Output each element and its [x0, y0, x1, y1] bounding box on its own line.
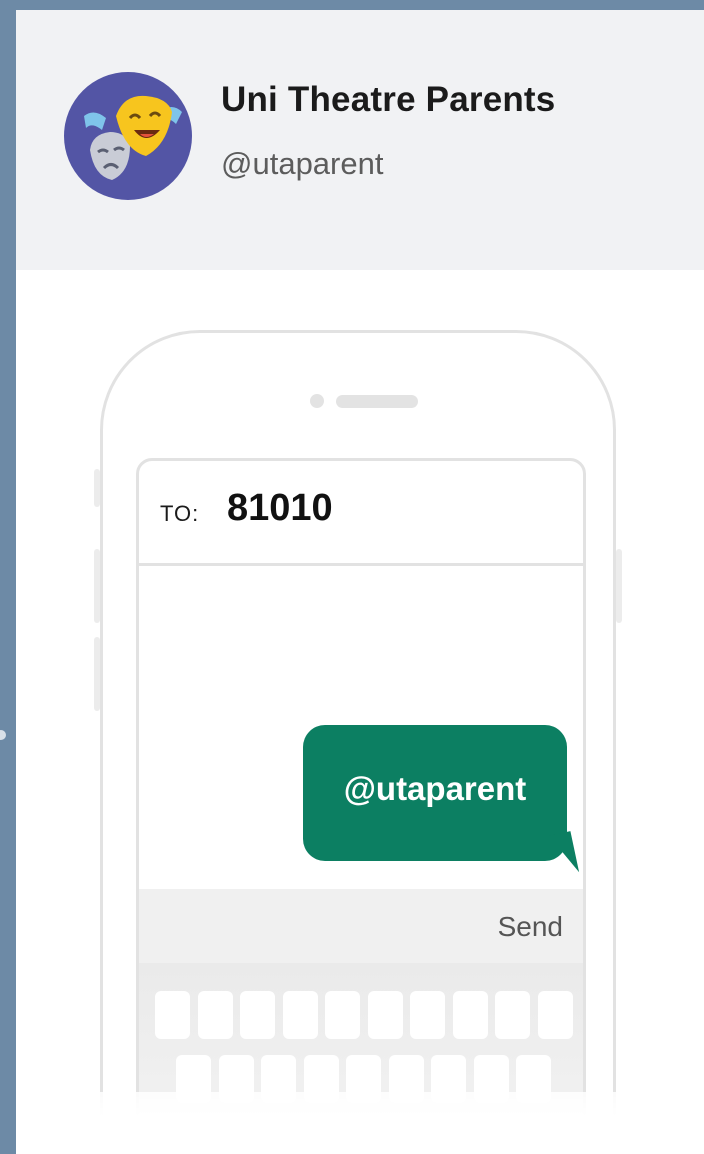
keyboard-key [452, 991, 488, 1039]
compose-bar: Send [139, 889, 583, 963]
to-label: TO: [160, 501, 200, 526]
send-button[interactable]: Send [498, 911, 563, 943]
content-panel: Uni Theatre Parents @utaparent TO: 81010… [16, 10, 704, 1154]
keyboard-key [325, 991, 360, 1039]
phone-illustration: TO: 81010 @utaparent Send [94, 330, 622, 1154]
keyboard-key [495, 991, 530, 1039]
message-bubble: @utaparent [303, 725, 567, 861]
phone-camera [310, 394, 324, 408]
phone-volume-up-button [94, 549, 100, 623]
phone-screen: TO: 81010 @utaparent Send [136, 458, 586, 1154]
recipient-number: 81010 [227, 487, 333, 529]
keyboard-key [282, 991, 318, 1039]
bottom-fade [16, 1092, 704, 1154]
keyboard-key [197, 991, 233, 1039]
phone-side-button [94, 469, 100, 507]
keyboard-key [537, 991, 573, 1039]
keyboard-key [367, 991, 403, 1039]
theatre-masks-icon [84, 95, 182, 180]
phone-power-button [616, 549, 622, 623]
keyboard-key [240, 991, 275, 1039]
account-name: Uni Theatre Parents [221, 80, 556, 119]
profile-header: Uni Theatre Parents @utaparent [16, 10, 704, 270]
account-handle: @utaparent [221, 146, 384, 181]
recipient-row: TO: 81010 [139, 461, 583, 566]
phone-speaker [336, 395, 418, 408]
keyboard-key [155, 991, 190, 1039]
phone-volume-down-button [94, 637, 100, 711]
message-text: @utaparent [343, 770, 527, 807]
message-bubble-tail [548, 831, 580, 877]
avatar [64, 72, 192, 200]
keyboard-key [410, 991, 445, 1039]
carousel-dot[interactable] [0, 730, 6, 740]
